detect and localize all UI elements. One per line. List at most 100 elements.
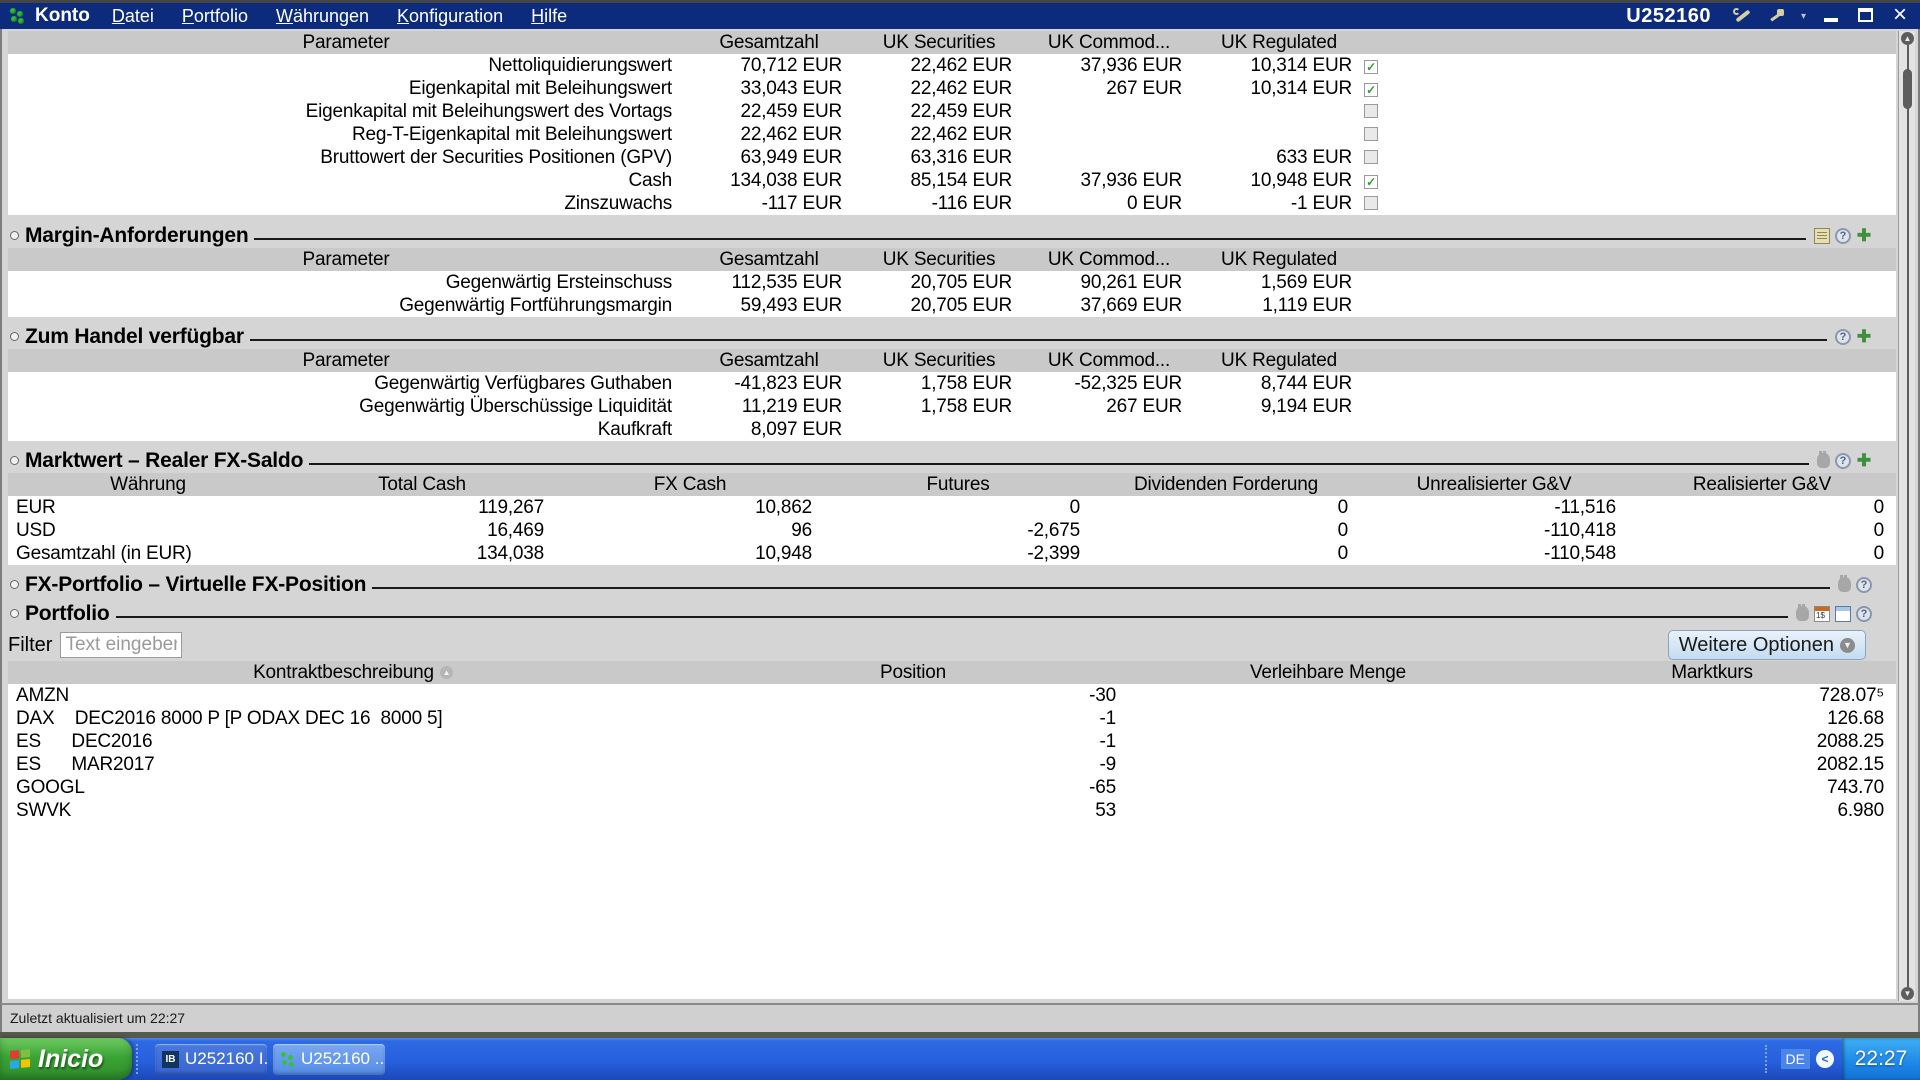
scroll-down-icon[interactable]: ▼ [1901,987,1914,1000]
column-header: Parameter [302,249,390,270]
checkbox[interactable] [1364,150,1378,164]
table-row: Eigenkapital mit Beleihungswert 33,043 EU… [8,77,1896,100]
value-cell: 22,462 EUR [910,78,1012,99]
divider [249,338,1827,341]
portfolio-row[interactable]: SWVK 53 6.980 [8,799,1896,822]
value-cell: -116 EUR [931,193,1013,214]
help-icon[interactable]: ? [1835,328,1851,345]
row-spacer [1400,146,1896,169]
portfolio-row[interactable]: ES MAR2017 -9 2082.15 [8,753,1896,776]
wrench-icon[interactable] [1732,6,1753,26]
calendar-icon[interactable] [1814,605,1830,622]
checkbox[interactable]: ✓ [1364,175,1378,189]
add-icon[interactable]: ✚ [1856,452,1872,469]
value-cell: 267 EUR [1106,78,1182,99]
section-collapse-toggle[interactable] [10,456,19,465]
row-label: Gegenwärtig Ersteinschuss [445,272,672,293]
pin-icon[interactable] [1767,6,1785,26]
value-cell [1128,707,1528,730]
taskbar: Inicio IB U252160 I... U252160 ... DE < … [0,1038,1920,1080]
checkbox-cell: ✓ [1364,77,1400,100]
taskbar-item-konto[interactable]: U252160 ... [273,1043,385,1075]
chevron-down-icon[interactable]: ▾ [1801,11,1806,22]
menu-item-waehrungen[interactable]: Währungen [276,6,369,27]
hand-icon[interactable] [1838,575,1851,592]
scrollbar-thumb[interactable] [1903,69,1912,109]
window-icon[interactable] [1835,605,1851,622]
hand-icon[interactable] [1796,604,1809,621]
maximize-button[interactable] [1856,7,1876,25]
menu-item-hilfe[interactable]: Hilfe [531,6,567,27]
row-label: Bruttowert der Securities Positionen (GP… [320,147,672,168]
column-header: UK Commod... [1047,32,1171,53]
available-table: Parameter Gesamtzahl UK Securities UK Commo… [8,349,1896,441]
column-header: UK Securities [882,350,996,371]
row-spacer [1400,418,1896,441]
help-icon[interactable]: ? [1835,227,1851,244]
table-row: Gegenwärtig Fortführungsmargin 59,493 EUR… [8,294,1896,317]
value-cell: 0 [1873,497,1885,518]
portfolio-row[interactable]: GOOGL -65 743.70 [8,776,1896,799]
row-label: Gegenwärtig Fortführungsmargin [399,295,672,316]
start-button[interactable]: Inicio [0,1038,132,1080]
value-cell: 743.70 [1827,777,1884,798]
taskbar-item-tws[interactable]: IB U252160 I... [155,1043,267,1075]
add-icon[interactable]: ✚ [1856,227,1872,244]
scroll-up-icon[interactable]: ▲ [1901,32,1914,45]
value-cell: -65 [1089,777,1116,798]
filter-input[interactable] [60,632,183,658]
portfolio-row[interactable]: DAX DEC2016 8000 P [P ODAX DEC 16 8000 5… [8,707,1896,730]
taskbar-separator[interactable] [136,1044,148,1074]
close-button[interactable]: × [1890,3,1910,27]
contract-cell: ES MAR2017 [16,754,155,775]
checkbox[interactable] [1364,104,1378,118]
value-cell: -52,325 EUR [1074,373,1182,394]
value-cell: -9 [1099,754,1117,775]
section-collapse-toggle[interactable] [10,231,19,240]
checkbox[interactable] [1364,127,1378,141]
value-cell: 63,316 EUR [910,147,1012,168]
portfolio-row[interactable]: AMZN -30 728.07⁵ [8,684,1896,707]
value-cell [1128,753,1528,776]
sort-icon[interactable]: ▲ [439,666,453,680]
menu-item-konfiguration[interactable]: Konfiguration [397,6,503,27]
menu-item-datei[interactable]: Datei [112,6,154,27]
contract-cell: AMZN [16,685,70,706]
language-indicator[interactable]: DE [1780,1049,1810,1069]
checkbox[interactable]: ✓ [1364,83,1378,97]
window-menu-title[interactable]: Konto [35,5,90,27]
section-collapse-toggle[interactable] [10,580,19,589]
tray-collapse-icon[interactable]: < [1816,1050,1834,1068]
column-header[interactable]: Kontraktbeschreibung ▲ [8,661,698,684]
minimize-button[interactable] [1822,7,1842,25]
value-cell: 1,119 EUR [1262,295,1352,316]
checkbox-cell [1364,123,1400,146]
portfolio-row[interactable]: ES DEC2016 -1 2088.25 [8,730,1896,753]
checkbox[interactable]: ✓ [1364,60,1378,74]
vertical-scrollbar[interactable]: ▲ ▼ [1898,31,1915,1001]
more-options-button[interactable]: Weitere Optionen ▼ [1667,630,1866,660]
hand-icon[interactable] [1817,451,1830,468]
tray-separator[interactable] [1764,1045,1775,1073]
column-header: UK Regulated [1221,32,1337,53]
row-label: Eigenkapital mit Beleihungswert des Vort… [305,101,673,122]
menu-item-portfolio[interactable]: Portfolio [182,6,248,27]
column-header: Dividenden Forderung [1133,474,1318,495]
row-spacer [1400,54,1896,77]
value-cell: 112,535 EUR [731,272,843,293]
add-icon[interactable]: ✚ [1856,328,1872,345]
section-collapse-toggle[interactable] [10,332,19,341]
notes-icon[interactable] [1814,227,1830,244]
divider [115,615,1788,618]
filter-label: Filter [8,633,53,656]
checkbox[interactable] [1364,196,1378,210]
table-header-row: Währung Total Cash FX Cash Futures Dividende… [8,473,1896,496]
help-icon[interactable]: ? [1835,452,1851,469]
scrollbar-track[interactable] [1907,45,1909,987]
column-header: Parameter [302,32,390,53]
help-icon[interactable]: ? [1856,605,1872,622]
status-bar: Zuletzt aktualisiert um 22:27 [0,1003,1920,1032]
value-cell: -1 EUR [1290,193,1352,214]
section-collapse-toggle[interactable] [10,609,19,618]
help-icon[interactable]: ? [1856,576,1872,593]
